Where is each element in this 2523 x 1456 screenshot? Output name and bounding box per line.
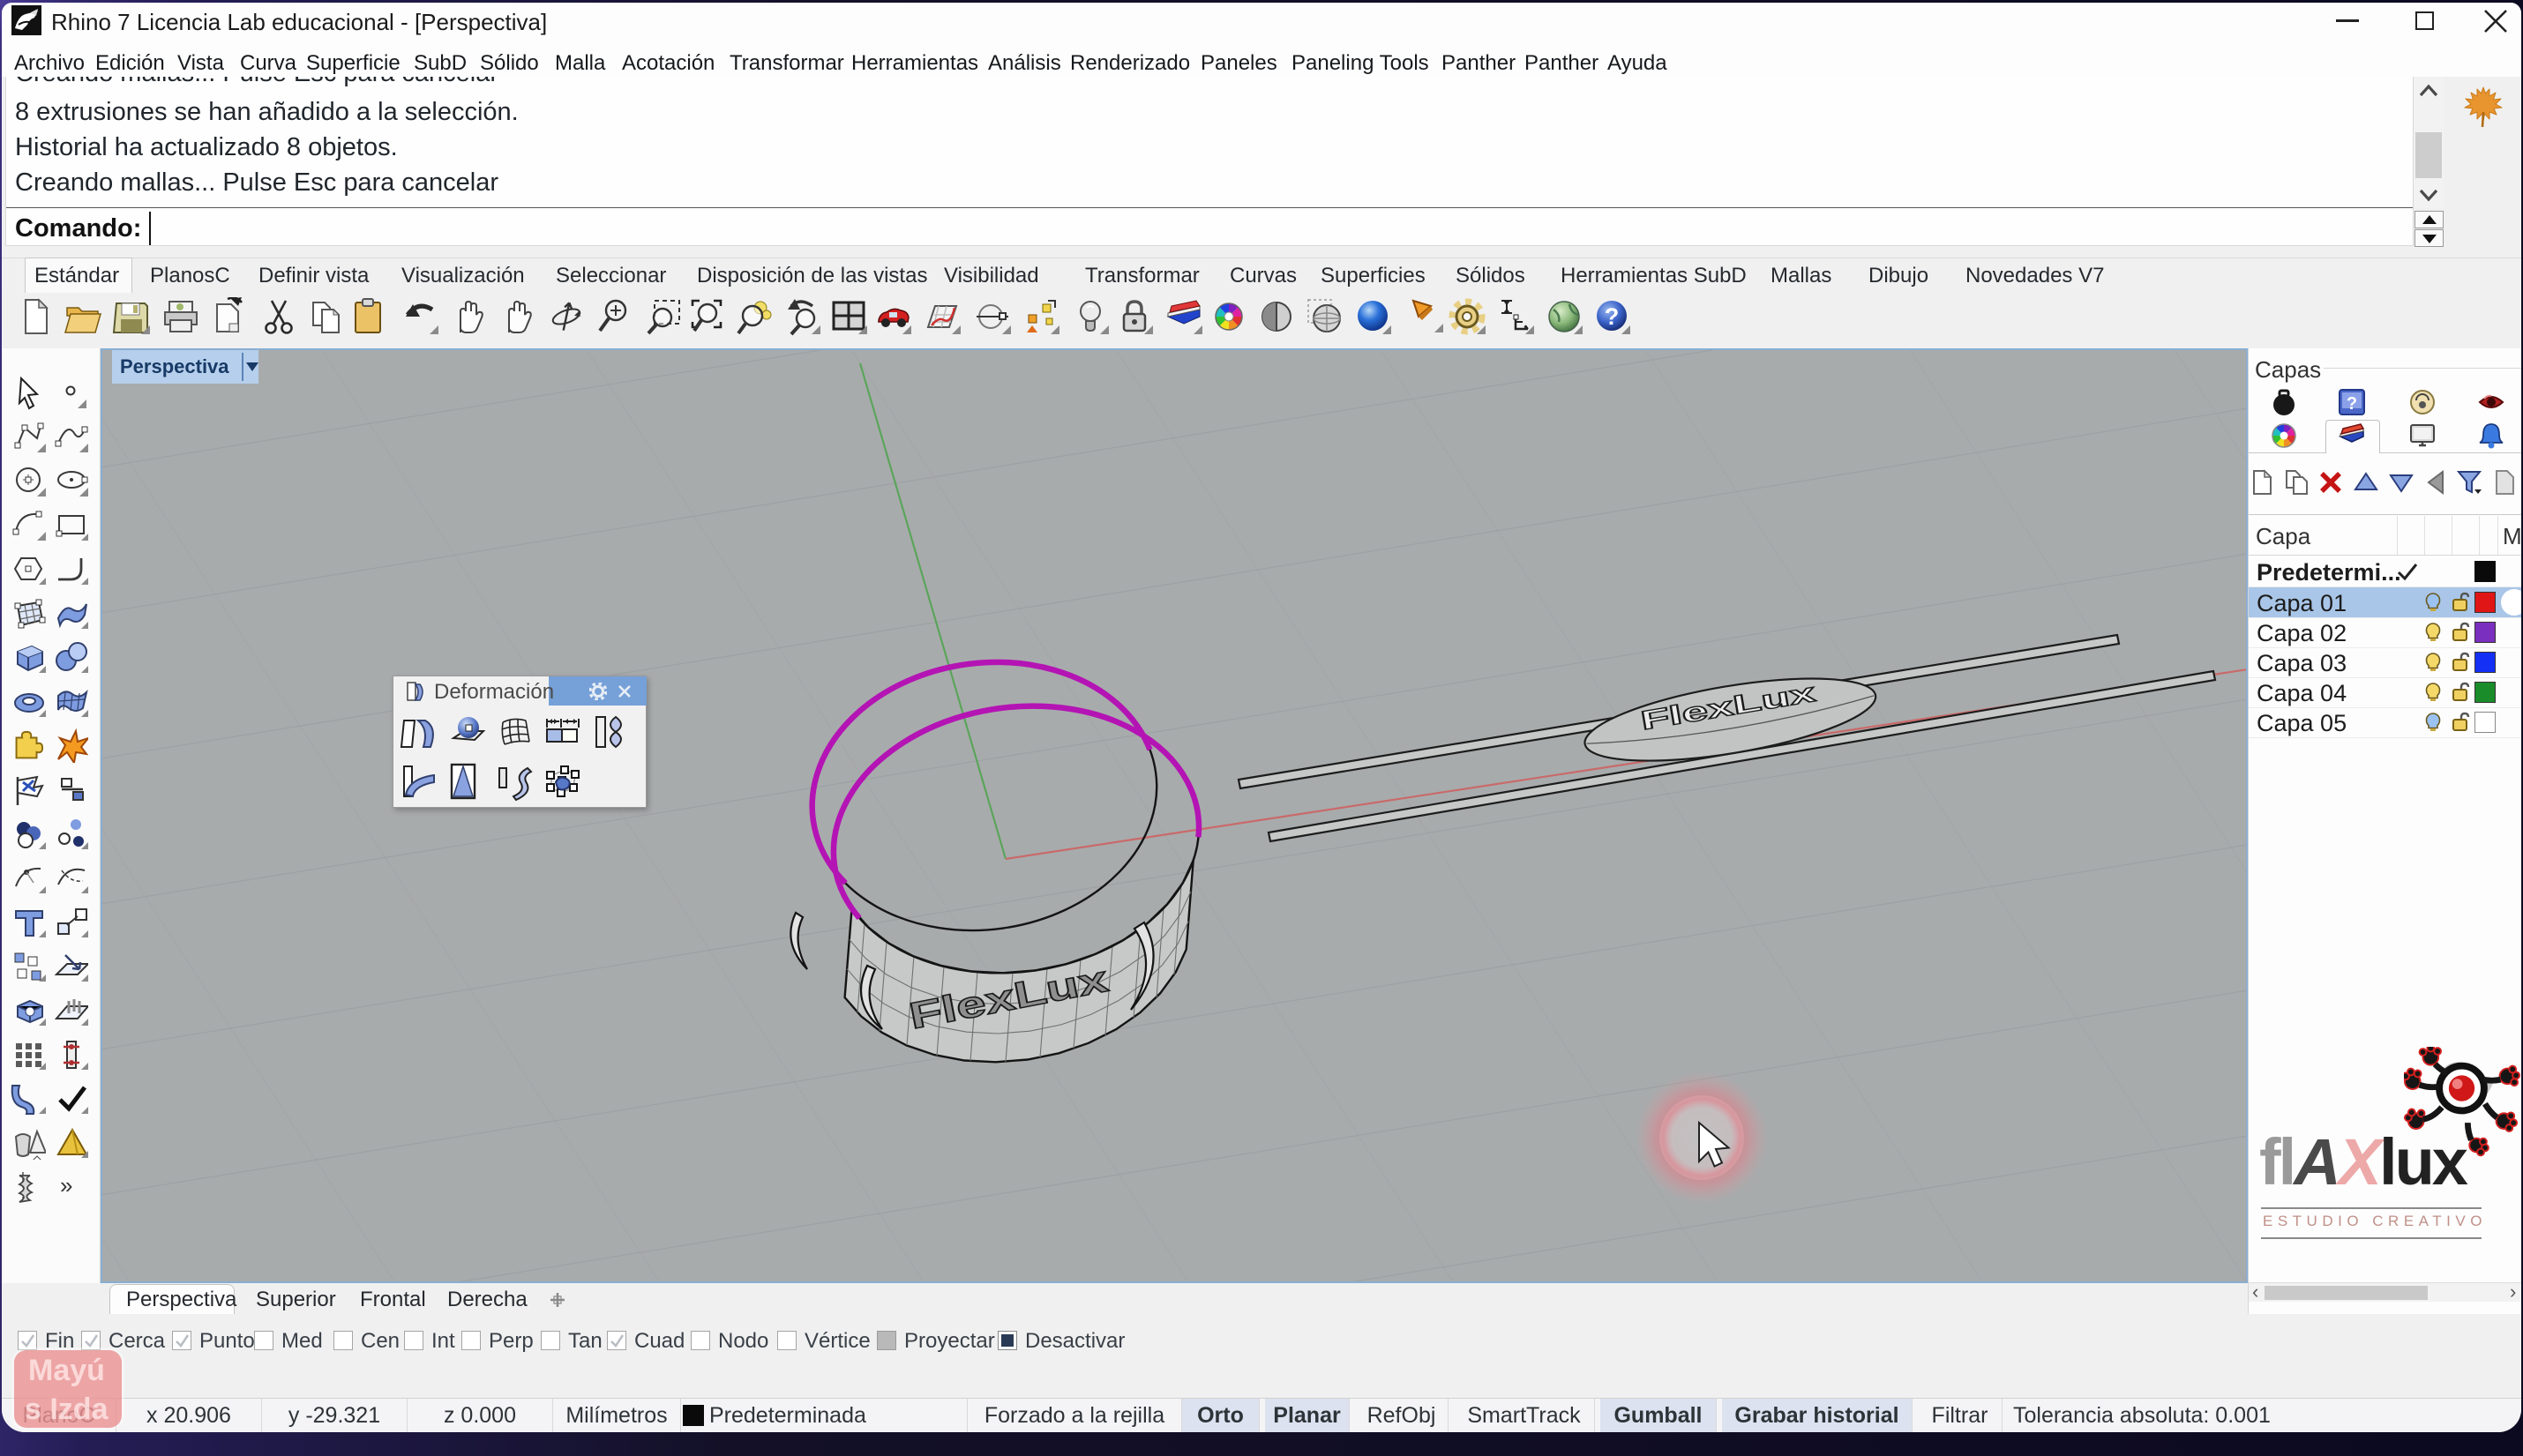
- svg-text:»: »: [60, 1172, 72, 1198]
- svg-text:?: ?: [2347, 394, 2357, 414]
- svg-text:?: ?: [1605, 303, 1620, 330]
